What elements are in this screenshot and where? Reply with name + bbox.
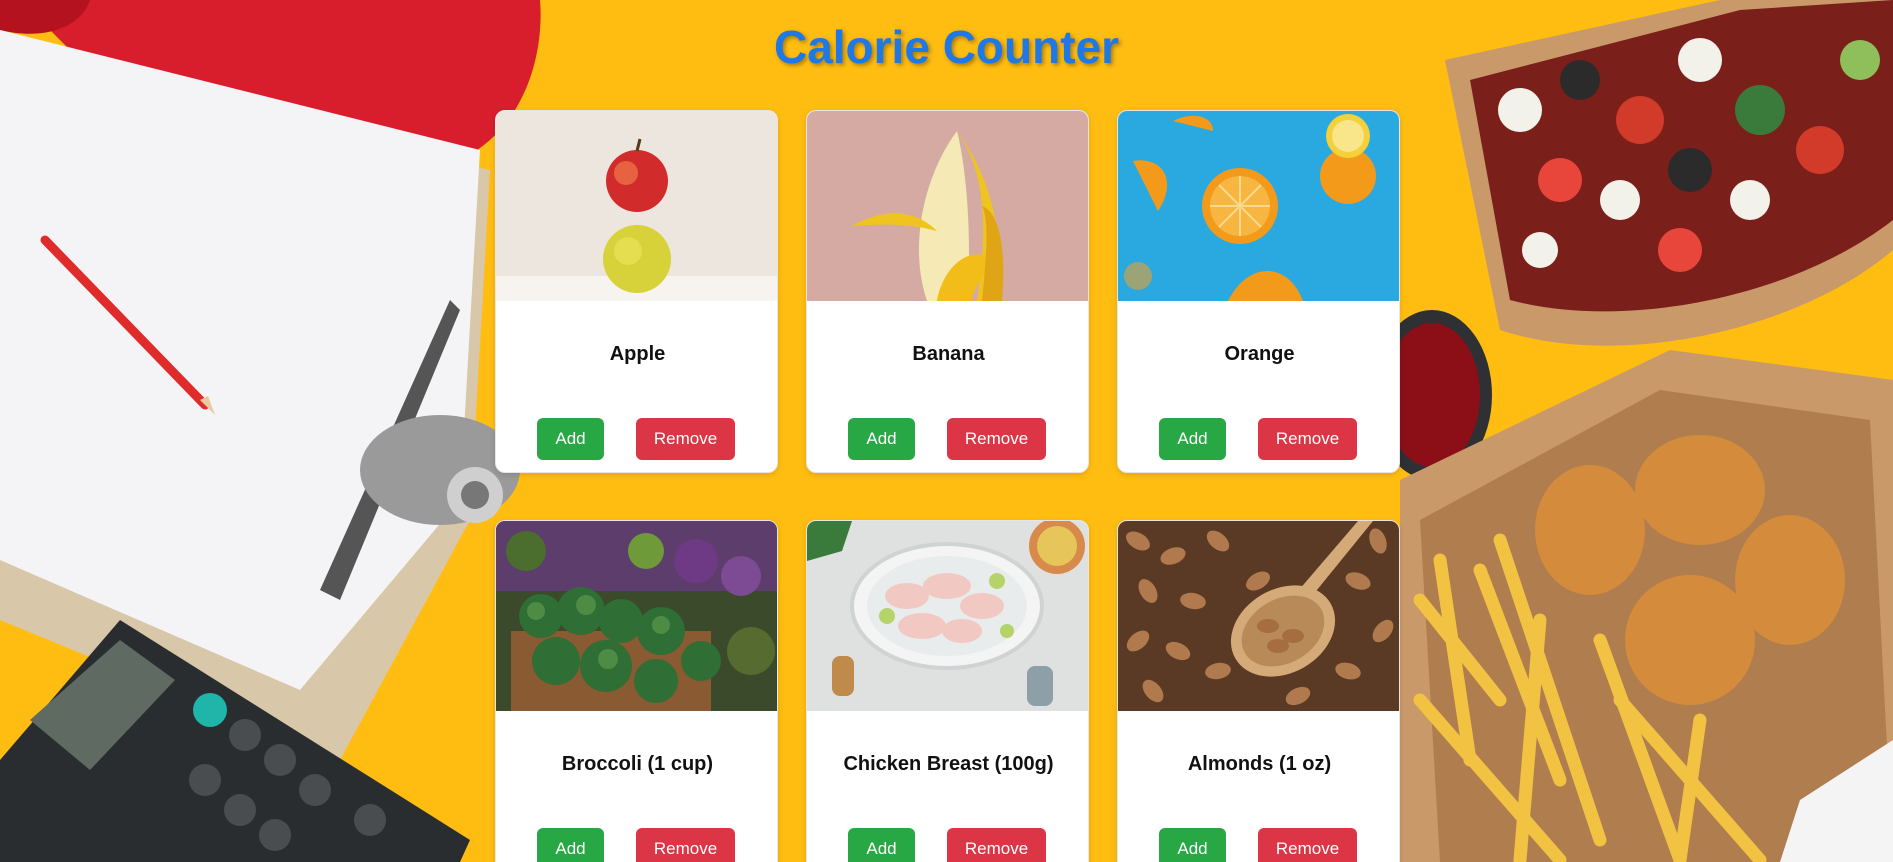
add-apple-button[interactable]: Add [537,418,604,460]
apple-photo [496,111,777,301]
food-name: Orange [1224,343,1295,365]
food-card-orange: Orange Add Remove [1117,110,1400,473]
add-orange-button[interactable]: Add [1159,418,1226,460]
almonds-photo [1118,521,1399,711]
page-title: Calorie Counter [773,21,1120,73]
add-chicken-breast-button[interactable]: Add [848,828,915,862]
food-name: Banana [912,343,985,365]
remove-apple-button[interactable]: Remove [636,418,735,460]
orange-photo [1118,111,1399,301]
chicken-photo [807,521,1088,711]
remove-orange-button[interactable]: Remove [1258,418,1357,460]
food-card-broccoli: Broccoli (1 cup) Add Remove [495,520,778,862]
broccoli-photo [496,521,777,711]
food-name: Apple [609,343,666,365]
banana-photo [807,111,1088,301]
remove-banana-button[interactable]: Remove [947,418,1046,460]
food-name: Almonds (1 oz) [1187,753,1332,775]
add-banana-button[interactable]: Add [848,418,915,460]
food-card-chicken-breast: Chicken Breast (100g) Add Remove [806,520,1089,862]
food-name: Broccoli (1 cup) [561,753,714,775]
food-card-apple: Apple Add Remove [495,110,778,473]
remove-chicken-breast-button[interactable]: Remove [947,828,1046,862]
remove-broccoli-button[interactable]: Remove [636,828,735,862]
add-broccoli-button[interactable]: Add [537,828,604,862]
food-name: Chicken Breast (100g) [843,753,1054,775]
food-card-banana: Banana Add Remove [806,110,1089,473]
remove-almonds-button[interactable]: Remove [1258,828,1357,862]
food-card-almonds: Almonds (1 oz) Add Remove [1117,520,1400,862]
add-almonds-button[interactable]: Add [1159,828,1226,862]
